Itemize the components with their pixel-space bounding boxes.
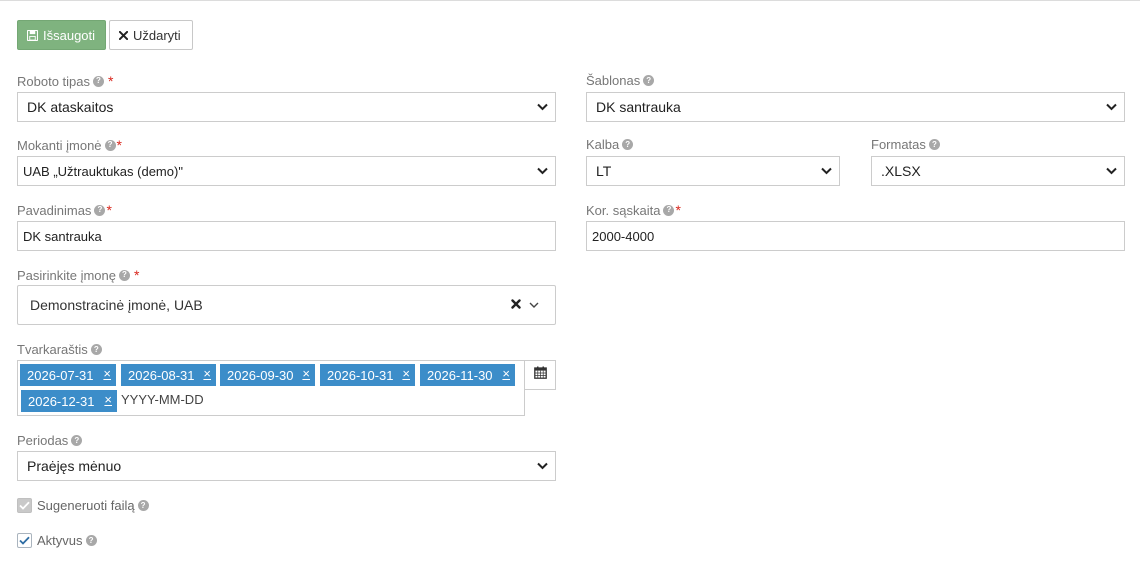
format-label-text: Formatas xyxy=(871,137,926,152)
format-value: .XLSX xyxy=(881,163,921,179)
active-label: Aktyvus ? xyxy=(37,533,97,548)
date-tag-text: 2026-07-31 xyxy=(27,367,94,383)
name-value: DK santrauka xyxy=(23,228,102,244)
template-select[interactable]: DK santrauka xyxy=(586,92,1125,122)
choose-company-label: Pasirinkite įmonę ? * xyxy=(17,267,139,283)
date-tag-text: 2026-08-31 xyxy=(128,367,195,383)
active-checkbox[interactable] xyxy=(17,533,32,548)
remove-tag-icon[interactable]: × xyxy=(302,366,310,381)
remove-tag-icon[interactable]: × xyxy=(502,366,510,381)
template-label: Šablonas ? xyxy=(586,73,655,88)
choose-company-select[interactable]: Demonstracinė įmonė, UAB xyxy=(17,285,556,325)
required-marker: * xyxy=(134,267,140,283)
active-label-text: Aktyvus xyxy=(37,533,83,548)
help-icon[interactable]: ? xyxy=(663,204,675,216)
template-value: DK santrauka xyxy=(596,99,681,115)
floppy-disk-icon xyxy=(27,29,38,41)
corr-account-label: Kor. sąskaita ? * xyxy=(586,202,681,218)
format-label: Formatas ? xyxy=(871,137,940,152)
chevron-down-icon xyxy=(537,102,548,112)
date-tag: 2026-12-31 × xyxy=(21,390,117,412)
robot-settings-form: Išsaugoti Uždaryti Roboto tipas ? * DK a… xyxy=(0,0,1140,561)
date-tag-text: 2026-09-30 xyxy=(227,367,294,383)
schedule-label: Tvarkaraštis ? xyxy=(17,342,102,357)
generate-file-label-text: Sugeneruoti failą xyxy=(37,498,135,513)
help-icon[interactable]: ? xyxy=(94,204,106,216)
generate-file-label: Sugeneruoti failą ? xyxy=(37,498,149,513)
remove-tag-icon[interactable]: × xyxy=(203,366,211,381)
template-label-text: Šablonas xyxy=(586,73,641,88)
calendar-icon xyxy=(533,366,547,384)
remove-tag-icon[interactable]: × xyxy=(103,366,111,381)
paying-company-label-text: Mokanti įmonė xyxy=(17,137,102,153)
robot-type-label: Roboto tipas ? * xyxy=(17,73,113,89)
paying-company-value: UAB „Užtrauktukas (demo)" xyxy=(23,163,183,179)
chevron-down-icon xyxy=(1106,166,1117,176)
date-input-placeholder[interactable]: YYYY-MM-DD xyxy=(121,392,204,407)
schedule-tags-input[interactable]: 2026-07-31 × 2026-08-31 × 2026-09-30 × 2… xyxy=(17,360,525,416)
language-label-text: Kalba xyxy=(586,137,620,152)
chevron-down-icon xyxy=(821,166,832,176)
required-marker: * xyxy=(106,202,112,218)
date-tag-text: 2026-12-31 xyxy=(28,393,95,409)
help-icon[interactable]: ? xyxy=(93,75,104,87)
paying-company-select[interactable]: UAB „Užtrauktukas (demo)" xyxy=(17,156,556,186)
schedule-label-text: Tvarkaraštis xyxy=(17,342,88,357)
help-icon[interactable]: ? xyxy=(71,435,83,446)
name-label-text: Pavadinimas xyxy=(17,202,92,218)
date-tag: 2026-09-30 × xyxy=(220,364,315,386)
help-icon[interactable]: ? xyxy=(119,269,130,281)
corr-account-label-text: Kor. sąskaita xyxy=(586,202,661,218)
help-icon[interactable]: ? xyxy=(85,535,97,546)
period-value: Praėjęs mėnuo xyxy=(27,458,122,474)
language-label: Kalba ? xyxy=(586,137,634,152)
help-icon[interactable]: ? xyxy=(622,139,634,150)
close-button[interactable]: Uždaryti xyxy=(109,20,193,50)
period-label: Periodas ? xyxy=(17,433,83,448)
name-input[interactable]: DK santrauka xyxy=(17,221,556,251)
chevron-down-icon xyxy=(1106,102,1117,112)
required-marker: * xyxy=(675,202,681,218)
clear-selection-icon[interactable] xyxy=(511,299,521,309)
corr-account-value: 2000-4000 xyxy=(592,228,655,244)
chevron-down-icon xyxy=(537,166,548,176)
generate-file-checkbox[interactable] xyxy=(17,498,32,513)
times-icon xyxy=(119,30,128,40)
paying-company-label: Mokanti įmonė ? * xyxy=(17,137,122,153)
help-icon[interactable]: ? xyxy=(90,344,102,355)
remove-tag-icon[interactable]: × xyxy=(402,366,410,381)
period-label-text: Periodas xyxy=(17,433,69,448)
date-tag-text: 2026-11-30 xyxy=(427,367,493,383)
choose-company-value: Demonstracinė įmonė, UAB xyxy=(30,297,203,313)
format-select[interactable]: .XLSX xyxy=(871,156,1125,186)
chevron-down-icon xyxy=(537,461,548,471)
date-tag: 2026-08-31 × xyxy=(121,364,216,386)
help-icon[interactable]: ? xyxy=(104,139,116,151)
language-value: LT xyxy=(596,163,612,179)
date-tag: 2026-10-31 × xyxy=(320,364,415,386)
save-button-label: Išsaugoti xyxy=(43,27,96,43)
help-icon[interactable]: ? xyxy=(928,139,940,150)
name-label: Pavadinimas ? * xyxy=(17,202,112,218)
calendar-button[interactable] xyxy=(524,360,556,390)
required-marker: * xyxy=(116,137,122,153)
robot-type-label-text: Roboto tipas xyxy=(17,73,90,89)
period-select[interactable]: Praėjęs mėnuo xyxy=(17,451,556,481)
help-icon[interactable]: ? xyxy=(137,500,149,511)
help-icon[interactable]: ? xyxy=(643,75,655,86)
date-tag: 2026-07-31 × xyxy=(20,364,116,386)
robot-type-select[interactable]: DK ataskaitos xyxy=(17,92,556,122)
date-tag-text: 2026-10-31 xyxy=(327,367,394,383)
robot-type-value: DK ataskaitos xyxy=(27,99,114,115)
language-select[interactable]: LT xyxy=(586,156,840,186)
remove-tag-icon[interactable]: × xyxy=(104,392,112,407)
close-button-label: Uždaryti xyxy=(133,27,181,43)
choose-company-label-text: Pasirinkite įmonę xyxy=(17,267,116,283)
chevron-down-icon[interactable] xyxy=(529,301,539,309)
corr-account-input[interactable]: 2000-4000 xyxy=(586,221,1125,251)
required-marker: * xyxy=(108,73,114,89)
date-tag: 2026-11-30 × xyxy=(420,364,515,386)
save-button[interactable]: Išsaugoti xyxy=(17,20,106,50)
